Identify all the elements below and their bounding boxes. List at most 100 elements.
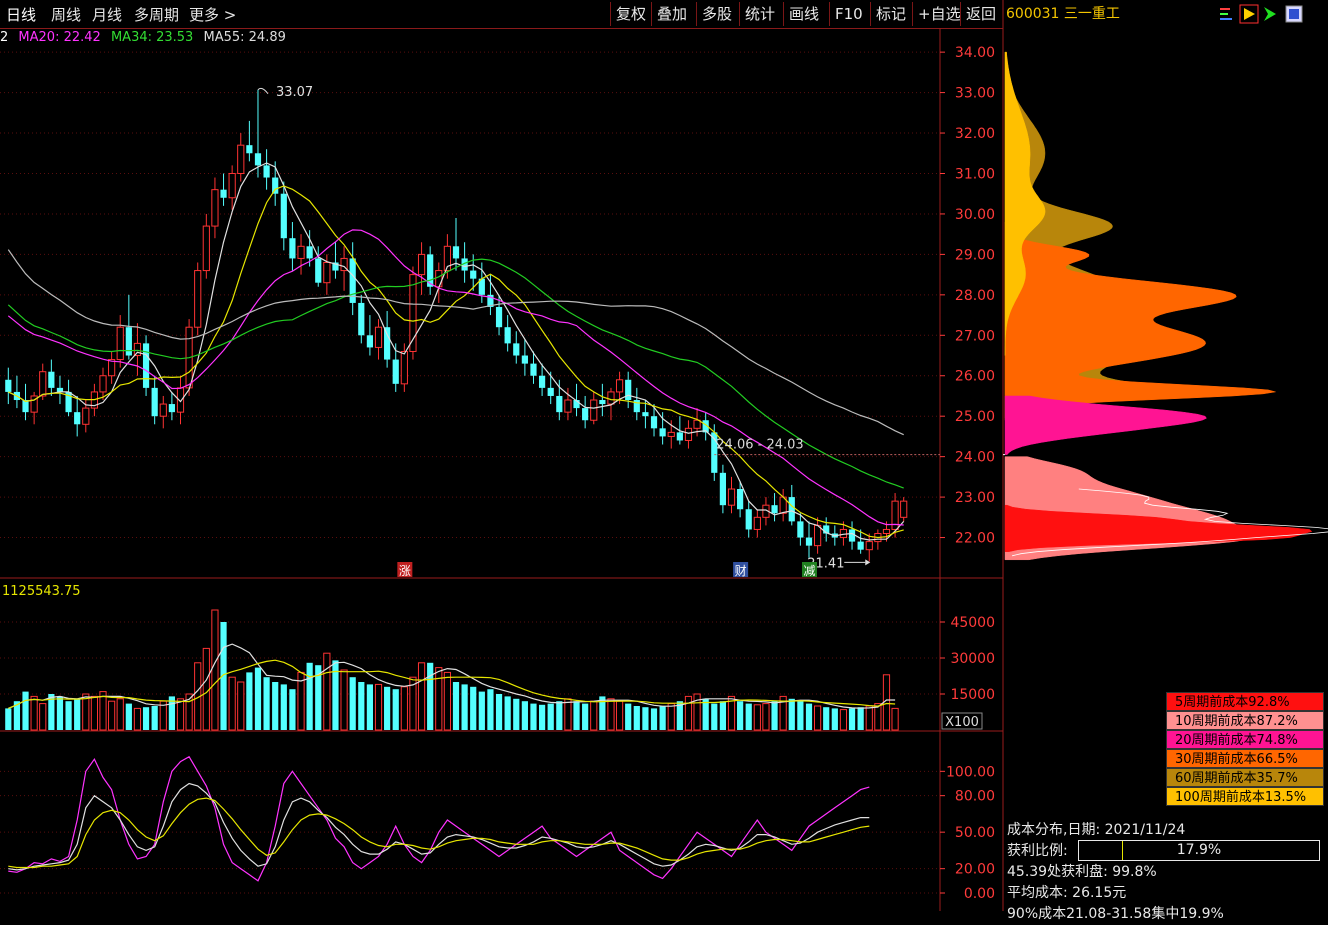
volume-bar-down xyxy=(719,701,726,730)
volume-bar-down xyxy=(254,667,262,730)
volume-bar-down xyxy=(461,684,468,730)
volume-bar-down xyxy=(65,701,72,730)
candle-down xyxy=(659,428,666,437)
candle-down xyxy=(582,408,589,421)
volume-bar-up xyxy=(228,676,236,731)
volume-bar-up xyxy=(762,703,770,731)
candle-up xyxy=(607,391,615,405)
candle-up xyxy=(194,270,202,328)
volume-bar-down xyxy=(513,698,520,730)
candle-down xyxy=(358,302,365,336)
candle-down xyxy=(220,189,227,198)
volume-bar-down xyxy=(831,708,838,730)
volume-bar-down xyxy=(556,701,563,730)
candle-down xyxy=(788,497,795,522)
candle-down xyxy=(805,537,813,546)
candle-up xyxy=(116,326,124,361)
volume-bar-down xyxy=(642,707,649,730)
price-tick-label: 25.00 xyxy=(955,409,995,425)
candle-up xyxy=(159,403,167,417)
candle-up xyxy=(228,172,236,199)
volume-tick-label: 45000 xyxy=(950,615,995,631)
ma55-line xyxy=(7,249,904,436)
volume-bar-down xyxy=(788,698,795,730)
candle-up xyxy=(211,189,219,227)
volume-bar-down xyxy=(848,708,856,730)
stock-chart[interactable]: 34.00 33.00 32.00 31.00 30.00 29.00 28.00 27.00… xyxy=(0,0,1328,911)
avg-cost-line: 平均成本: 26.15元 xyxy=(1007,885,1127,901)
candle-down xyxy=(521,355,528,364)
osc-tick-label: 100.00 xyxy=(946,764,995,780)
candle-down xyxy=(547,387,554,396)
volume-bar-up xyxy=(684,695,693,731)
candle-down xyxy=(168,404,175,413)
volume-value-label: 1125543.75 xyxy=(2,584,81,599)
event-badge-label: 涨 xyxy=(399,563,411,578)
cost-legend-20: 20周期前成本74.8% xyxy=(1166,730,1324,749)
volume-bar-up xyxy=(82,693,90,731)
volume-bar-down xyxy=(22,691,29,730)
profit-holders-line: 45.39处获利盘: 99.8% xyxy=(1007,864,1157,880)
volume-multiplier-label: X100 xyxy=(945,715,979,730)
candle-down xyxy=(254,153,262,166)
volume-bar-up xyxy=(400,686,408,731)
volume-bar-down xyxy=(633,706,640,730)
volume-bar-down xyxy=(392,689,399,730)
candle-down xyxy=(289,238,296,259)
volume-bar-down xyxy=(547,703,554,730)
candle-down xyxy=(848,529,856,542)
event-badge-label: 减 xyxy=(803,564,815,578)
candle-down xyxy=(142,343,150,388)
candle-down xyxy=(676,432,683,441)
volume-bar-up xyxy=(615,700,624,731)
volume-bar-down xyxy=(823,707,830,730)
osc-tick-label: 20.00 xyxy=(955,862,995,878)
candle-up xyxy=(727,488,736,506)
candle-down xyxy=(470,270,477,279)
volume-bar-down xyxy=(711,703,718,730)
volume-bar-down xyxy=(470,686,477,730)
candle-down xyxy=(384,327,391,360)
candle-up xyxy=(900,500,908,518)
profit-ratio-value: 17.9% xyxy=(1176,842,1222,858)
volume-bar-up xyxy=(323,652,331,731)
candle-up xyxy=(590,399,598,421)
candle-down xyxy=(857,541,864,550)
osc-tick-label: 50.00 xyxy=(955,825,995,841)
candle-down xyxy=(599,400,606,405)
cost-legend: 5周期前成本92.8% 10周期前成本87.2% 20周期前成本74.8% 30… xyxy=(1166,692,1324,806)
volume-bar-up xyxy=(133,707,142,731)
volume-bar-down xyxy=(495,694,503,730)
volume-bar-down xyxy=(573,701,580,730)
volume-bar-down xyxy=(737,701,744,730)
volume-bar-down xyxy=(478,691,485,730)
volume-bar-down xyxy=(521,701,528,730)
candle-up xyxy=(82,407,90,425)
candle-down xyxy=(272,177,279,194)
volume-bar-down xyxy=(366,684,374,730)
price-tick-label: 32.00 xyxy=(955,126,995,142)
candle-down xyxy=(642,412,649,417)
high-price-label: 33.07 xyxy=(276,85,313,100)
volume-tick-label: 30000 xyxy=(950,651,995,667)
volume-bar-up xyxy=(753,704,761,731)
ma34-line xyxy=(7,258,904,489)
candle-down xyxy=(392,359,399,384)
cost-legend-10: 10周期前成本87.2% xyxy=(1166,711,1324,730)
profit-ratio-bar: 17.9% xyxy=(1078,840,1320,861)
cost-legend-5: 5周期前成本92.8% xyxy=(1166,692,1324,711)
price-tick-label: 24.00 xyxy=(955,450,995,466)
volume-bar-down xyxy=(263,677,270,730)
candle-up xyxy=(99,375,107,393)
volume-bar-up xyxy=(443,671,451,731)
price-tick-label: 27.00 xyxy=(955,328,995,344)
volume-bar-down xyxy=(797,701,804,730)
price-tick-label: 29.00 xyxy=(955,247,995,263)
candle-up xyxy=(297,245,305,259)
cost-info: 成本分布,日期: 2021/11/24 获利比例: 45.39处获利盘: 99.… xyxy=(1007,820,1224,922)
volume-bar-up xyxy=(90,695,98,731)
volume-bar-down xyxy=(56,696,64,730)
cost-concentration-line: 90%成本21.08-31.58集中19.9% xyxy=(1007,906,1224,922)
price-tick-label: 31.00 xyxy=(955,166,995,182)
candle-down xyxy=(495,306,503,328)
